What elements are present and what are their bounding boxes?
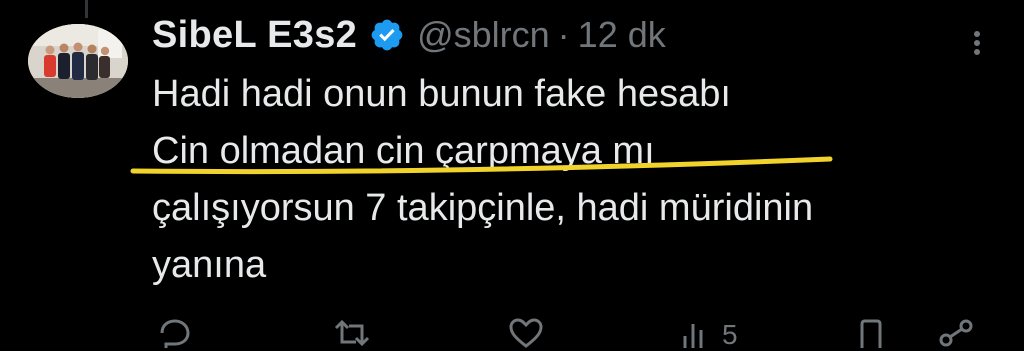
avatar-photo <box>28 24 128 98</box>
action-bar: 5 <box>0 318 1024 350</box>
tweet-text-line: yanına <box>152 244 267 286</box>
tweet-text: Hadi hadi onun bunun fake hesabı Cin olm… <box>152 66 982 294</box>
thread-connector-line <box>85 0 88 18</box>
tweet-text-line: çalışıyorsun 7 takipçinle, hadi müridini… <box>152 187 814 229</box>
verified-badge-icon[interactable] <box>369 17 405 53</box>
tweet-header: SibeL E3s2 @sblrcn · 12 dk <box>152 10 666 60</box>
tweet-text-line: Hadi hadi onun bunun fake hesabı <box>152 73 731 115</box>
avatar[interactable] <box>28 24 128 98</box>
separator-dot: · <box>557 14 570 55</box>
more-options-icon[interactable] <box>962 22 992 62</box>
user-handle[interactable]: @sblrcn <box>417 14 550 56</box>
views-count: 5 <box>722 319 738 350</box>
tweet-text-line-highlighted: Cin olmadan cin çarpmaya mı <box>152 130 655 172</box>
timestamp[interactable]: 12 dk <box>578 14 666 56</box>
display-name[interactable]: SibeL E3s2 <box>152 14 357 57</box>
